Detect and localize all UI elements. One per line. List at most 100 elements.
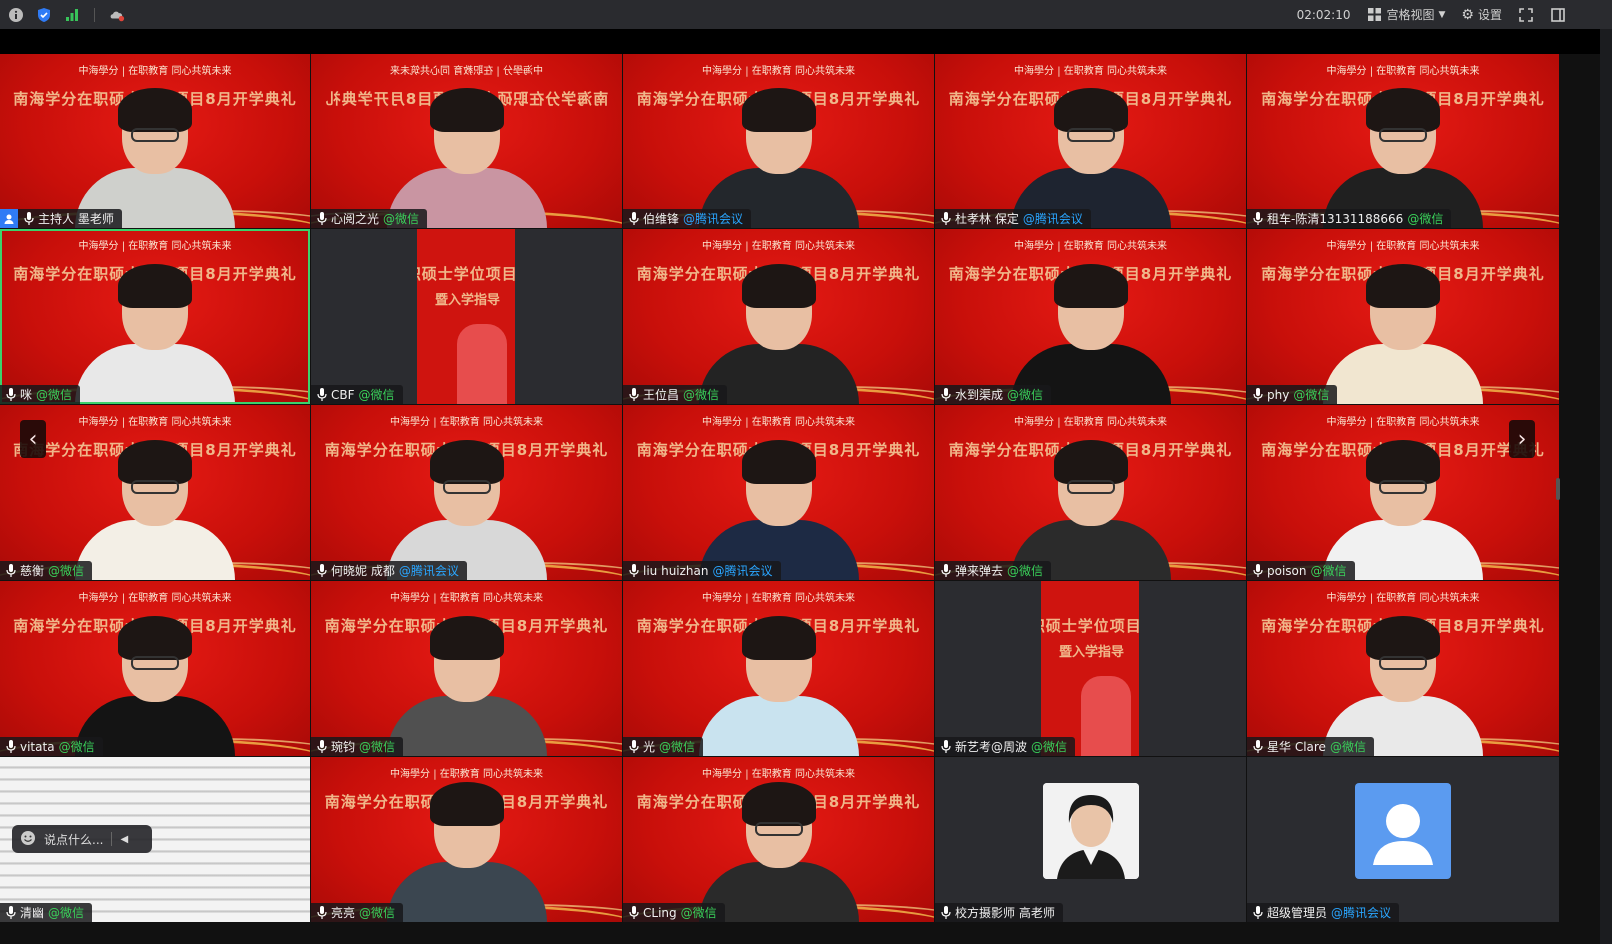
participant-tile[interactable]: 中海學分 | 在职教育 同心共筑未来南海学分在职硕士学位项目8月开学典礼暨入学指…: [0, 581, 310, 756]
participant-head: [741, 782, 816, 868]
glasses: [754, 822, 803, 836]
cloud-record-icon[interactable]: [109, 7, 125, 23]
participant-name: 水到渠成: [955, 388, 1004, 402]
microphone-icon: [1253, 388, 1263, 401]
participant-name-label: 租车-陈清13131188666 @微信: [1247, 209, 1452, 228]
participant-tile[interactable]: 南海学分在职硕士学位项目8月开学典礼暨入学指导新艺考@周波@微信: [935, 581, 1246, 756]
participant-tile[interactable]: 校方摄影师 高老师: [935, 757, 1246, 922]
participant-name: vitata: [20, 739, 55, 754]
banner-logo: 中海學分 | 在职教育 同心共筑未来: [702, 241, 855, 252]
participant-tile[interactable]: 中海學分 | 在职教育 同心共筑未来南海学分在职硕士学位项目8月开学典礼暨入学指…: [311, 581, 622, 756]
microphone-icon: [941, 906, 951, 919]
participant-hair: [1053, 88, 1128, 132]
glasses: [1379, 128, 1427, 142]
participant-figure: [1010, 264, 1171, 404]
participant-source: @腾讯会议: [683, 212, 744, 226]
scrollbar-thumb[interactable]: [1556, 478, 1560, 500]
participant-tile[interactable]: 超级管理员 @腾讯会议: [1247, 757, 1559, 922]
banner-logo: 中海學分 | 在职教育 同心共筑未来: [78, 417, 232, 428]
gear-icon: ⚙: [1461, 6, 1474, 23]
participant-name: 超级管理员: [1267, 906, 1328, 920]
participant-name-label: 王位昌 @微信: [623, 385, 728, 404]
participant-tile[interactable]: 中海學分 | 在职教育 同心共筑未来南海学分在职硕士学位项目8月开学典礼暨入学指…: [1247, 229, 1559, 404]
chevron-down-icon: ▼: [1438, 9, 1446, 20]
prev-page-button[interactable]: ‹: [20, 420, 46, 458]
participant-tile[interactable]: 中海學分 | 在职教育 同心共筑未来南海学分在职硕士学位项目8月开学典礼暨入学指…: [935, 405, 1246, 580]
participant-tile[interactable]: 中海學分 | 在职教育 同心共筑未来南海学分在职硕士学位项目8月开学典礼暨入学指…: [1247, 581, 1559, 756]
participant-body: [386, 696, 547, 756]
participant-body: [698, 696, 859, 756]
participant-name: 光: [643, 740, 656, 754]
banner-title: 南海学分在职硕士学位项目8月开学典礼: [417, 265, 515, 283]
chat-divider: [111, 832, 113, 846]
participant-figure: [75, 440, 235, 580]
participant-tile[interactable]: 中海學分 | 在职教育 同心共筑未来南海学分在职硕士学位项目8月开学典礼暨入学指…: [623, 581, 934, 756]
banner-logo: 中海學分 | 在职教育 同心共筑未来: [702, 769, 855, 780]
emoji-icon[interactable]: [20, 830, 36, 849]
participant-tile[interactable]: 中海學分 | 在职教育 同心共筑未来南海学分在职硕士学位项目8月开学典礼暨入学指…: [0, 405, 310, 580]
grid-view-button[interactable]: 宫格视图 ▼: [1366, 6, 1445, 23]
participant-tile[interactable]: 中海學分 | 在职教育 同心共筑未来南海学分在职硕士学位项目8月开学典礼暨入学指…: [311, 405, 622, 580]
participant-name: phy: [1267, 387, 1290, 402]
participant-tile[interactable]: 中海學分 | 在职教育 同心共筑未来南海学分在职硕士学位项目8月开学典礼暨入学指…: [623, 405, 934, 580]
info-icon[interactable]: [8, 7, 24, 23]
microphone-icon: [1253, 906, 1263, 919]
banner-logo: 中海學分 | 在职教育 同心共筑未来: [702, 66, 855, 77]
participant-tile[interactable]: 中海學分 | 在职教育 同心共筑未来南海学分在职硕士学位项目8月开学典礼暨入学指…: [623, 229, 934, 404]
participant-name: 星华 Clare: [1267, 740, 1326, 754]
participant-source: @微信: [36, 388, 73, 402]
scrollbar-track[interactable]: [1600, 29, 1612, 944]
participant-tile[interactable]: 中海學分 | 在职教育 同心共筑未来南海学分在职硕士学位项目8月开学典礼暨入学指…: [1247, 54, 1559, 228]
fullscreen-icon[interactable]: [1518, 7, 1534, 23]
participant-head: [429, 616, 504, 702]
top-toolbar: 02:02:10 宫格视图 ▼ ⚙ 设置: [0, 0, 1612, 29]
banner-logo: 中海學分 | 在职教育 同心共筑未来: [702, 593, 855, 604]
participant-figure: [1323, 440, 1483, 580]
chat-input-box[interactable]: 说点什么... ◀: [12, 825, 152, 853]
participant-tile[interactable]: 中海學分 | 在职教育 同心共筑未来南海学分在职硕士学位项目8月开学典礼暨入学指…: [311, 757, 622, 922]
participant-source: @微信: [48, 564, 85, 578]
participant-name: 慈衡: [20, 564, 45, 578]
settings-button[interactable]: ⚙ 设置: [1461, 6, 1502, 23]
participant-tile[interactable]: 中海學分 | 在职教育 同心共筑未来南海学分在职硕士学位项目8月开学典礼暨入学指…: [935, 54, 1246, 228]
participant-name-label: CLing @微信: [623, 903, 725, 922]
participant-tile[interactable]: 中海學分 | 在职教育 同心共筑未来南海学分在职硕士学位项目8月开学典礼暨入学指…: [935, 229, 1246, 404]
signal-icon[interactable]: [64, 7, 80, 23]
participant-name: CBF: [331, 387, 355, 402]
microphone-icon: [6, 740, 16, 753]
participant-source: @微信: [48, 906, 85, 920]
glasses: [131, 656, 179, 670]
participant-figure: [698, 616, 859, 756]
participant-name: 咪: [20, 388, 33, 402]
participant-source: @微信: [683, 388, 720, 402]
microphone-icon: [1253, 740, 1263, 753]
shared-screen-strip: 南海学分在职硕士学位项目8月开学典礼暨入学指导: [1041, 581, 1139, 756]
participant-figure: [1323, 88, 1483, 228]
participant-tile[interactable]: 中海學分 | 在职教育 同心共筑未来南海学分在职硕士学位项目8月开学典礼暨入学指…: [623, 757, 934, 922]
security-shield-icon[interactable]: [36, 7, 52, 23]
video-grid: 中海學分 | 在职教育 同心共筑未来南海学分在职硕士学位项目8月开学典礼暨入学指…: [0, 54, 1600, 944]
participant-tile[interactable]: 中海學分 | 在职教育 同心共筑未来南海学分在职硕士学位项目8月开学典礼暨入学指…: [311, 54, 622, 228]
participant-source: @腾讯会议: [712, 564, 773, 578]
collapse-chat-icon[interactable]: ◀: [120, 834, 128, 845]
microphone-icon: [317, 564, 327, 577]
participant-name-label: 何晓妮 成都 @腾讯会议: [311, 561, 467, 580]
glasses: [442, 480, 491, 494]
banner-logo: 中海學分 | 在职教育 同心共筑未来: [702, 417, 855, 428]
participant-source: @微信: [1407, 212, 1444, 226]
participant-tile[interactable]: 南海学分在职硕士学位项目8月开学典礼暨入学指导 CBF@微信: [311, 229, 622, 404]
banner-logo: 中海學分 | 在职教育 同心共筑未来: [78, 66, 232, 77]
video-area-header: [0, 29, 1600, 54]
participant-hair: [1366, 88, 1440, 132]
participant-tile[interactable]: 中海學分 | 在职教育 同心共筑未来南海学分在职硕士学位项目8月开学典礼暨入学指…: [0, 229, 310, 404]
sidebar-toggle-icon[interactable]: [1550, 7, 1566, 23]
avatar: [1355, 783, 1451, 879]
participant-source: @微信: [383, 212, 420, 226]
participant-tile[interactable]: 中海學分 | 在职教育 同心共筑未来南海学分在职硕士学位项目8月开学典礼暨入学指…: [623, 54, 934, 228]
chevron-left-icon: ‹: [28, 426, 38, 452]
participant-hair: [741, 264, 816, 308]
banner-logo: 中海學分 | 在职教育 同心共筑未来: [78, 241, 232, 252]
microphone-icon: [6, 906, 16, 919]
participant-tile[interactable]: 中海學分 | 在职教育 同心共筑未来南海学分在职硕士学位项目8月开学典礼暨入学指…: [0, 54, 310, 228]
next-page-button[interactable]: ›: [1509, 420, 1535, 458]
